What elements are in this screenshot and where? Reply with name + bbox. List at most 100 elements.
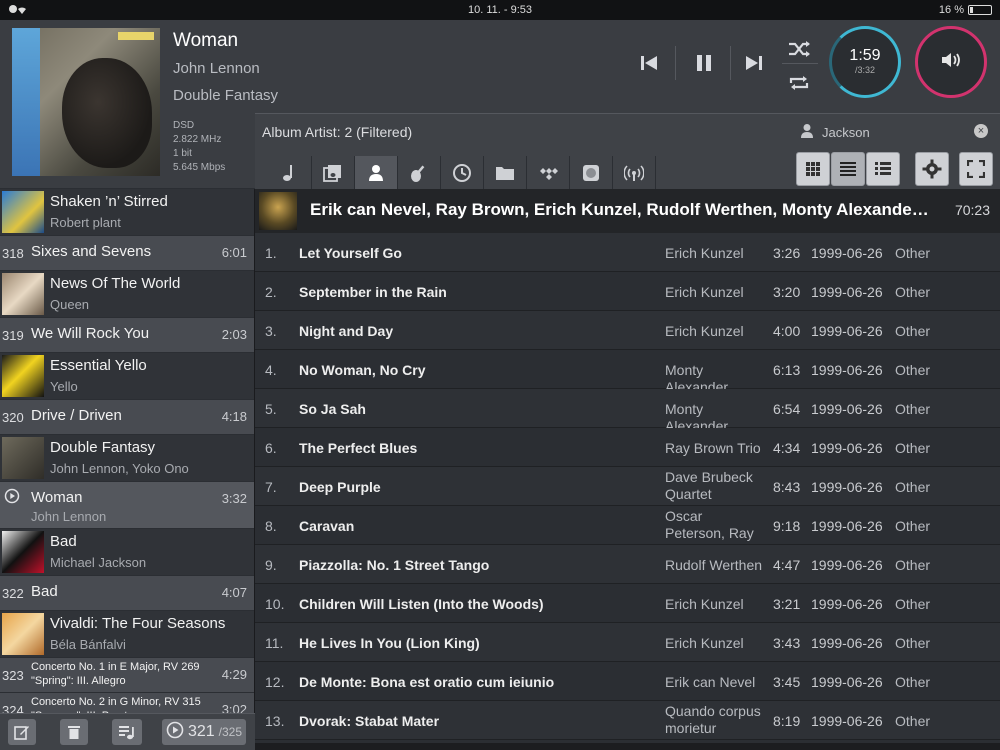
grid-view-icon[interactable]	[796, 152, 830, 186]
playlist-icon[interactable]	[112, 719, 142, 745]
volume-icon	[940, 51, 962, 74]
track-length: 3:43	[773, 635, 801, 651]
queue-album-title: Double Fantasy	[50, 439, 156, 456]
queue-album-artist: Robert plant	[50, 215, 121, 230]
skip-next-icon[interactable]	[739, 48, 769, 78]
album-header-row[interactable]: Erik can Nevel, Ray Brown, Erich Kunzel,…	[255, 189, 1000, 233]
table-row[interactable]: 3. Night and Day Erich Kunzel 4:00 1999-06-2…	[255, 311, 1000, 350]
queue-item-number: 318	[2, 246, 24, 261]
queue-album-header[interactable]: Essential Yello Yello	[0, 353, 254, 399]
queue-item[interactable]: 324 Concerto No. 2 in G Minor, RV 315 "Su…	[0, 693, 254, 713]
browse-tabs	[269, 156, 656, 190]
bit-depth-label: 1 bit	[173, 148, 192, 159]
queue-position-button[interactable]: 321/325	[162, 719, 246, 745]
artist-icon[interactable]	[355, 156, 398, 190]
play-queue[interactable]: Shaken ’n’ Stirred Robert plant 318 Sixes a…	[0, 189, 255, 713]
detail-view-icon[interactable]	[866, 152, 900, 186]
track-date: 1999-06-26	[811, 440, 883, 456]
track-number: 11.	[265, 635, 284, 651]
skip-previous-icon[interactable]	[634, 48, 664, 78]
track-artist: Erich Kunzel	[665, 284, 744, 300]
queue-album-header[interactable]: Shaken ’n’ Stirred Robert plant	[0, 189, 254, 235]
trash-icon[interactable]	[60, 719, 88, 745]
table-row[interactable]: 6. The Perfect Blues Ray Brown Trio 4:34 199…	[255, 428, 1000, 467]
track-number: 7.	[265, 479, 277, 495]
queue-item[interactable]: 322 Bad 4:07	[0, 576, 254, 610]
table-row[interactable]: 7. Deep Purple Dave Brubeck Quartet 8:43 199…	[255, 467, 1000, 506]
queue-item[interactable]: 320 Drive / Driven 4:18	[0, 400, 254, 434]
now-playing-artist[interactable]: John Lennon	[173, 60, 260, 77]
queue-item-duration: 4:18	[221, 409, 247, 424]
cd-icon[interactable]	[570, 156, 613, 190]
radio-icon[interactable]	[613, 156, 656, 190]
genre-icon[interactable]	[398, 156, 441, 190]
shuffle-icon[interactable]	[784, 34, 814, 64]
fullscreen-icon[interactable]	[959, 152, 993, 186]
volume-dial[interactable]	[915, 26, 987, 98]
recent-icon[interactable]	[441, 156, 484, 190]
transport-divider	[675, 46, 676, 80]
queue-item-number: 320	[2, 410, 24, 425]
album-icon[interactable]	[312, 156, 355, 190]
clear-filter-button[interactable]: ×	[974, 124, 988, 138]
battery-indicator: 16 %	[939, 4, 992, 16]
table-row[interactable]: 13. Dvorak: Stabat Mater Quando corpus mor…	[255, 701, 1000, 740]
track-genre: Other	[895, 674, 931, 690]
battery-percent: 16 %	[938, 4, 964, 16]
track-title: Dvorak: Stabat Mater	[299, 713, 440, 729]
queue-item[interactable]: 318 Sixes and Sevens 6:01	[0, 236, 254, 270]
folder-icon[interactable]	[484, 156, 527, 190]
queue-album-thumbnail	[2, 437, 44, 479]
table-row[interactable]: 5. So Ja Sah Monty Alexander 6:54 1999-06-26…	[255, 389, 1000, 434]
bitrate-label: 5.645 Mbps	[173, 162, 226, 173]
track-number: 8.	[265, 518, 277, 534]
queue-album-thumbnail	[2, 273, 44, 315]
edit-icon[interactable]	[8, 719, 36, 745]
track-length: 4:47	[773, 557, 801, 573]
time-dial[interactable]: 1:59 /3:32	[829, 26, 901, 98]
queue-album-title: Vivaldi: The Four Seasons	[50, 615, 226, 632]
queue-item[interactable]: 323 Concerto No. 1 in E Major, RV 269 "Sp…	[0, 658, 254, 692]
table-row[interactable]: 12. De Monte: Bona est oratio cum ieiunio…	[255, 662, 1000, 701]
album-thumbnail	[259, 192, 297, 230]
user-filter[interactable]: Jackson	[800, 123, 870, 142]
repeat-icon[interactable]	[784, 68, 814, 98]
track-number: 10.	[265, 596, 285, 612]
queue-item-artist: John Lennon	[31, 509, 107, 524]
track-title: Night and Day	[299, 323, 394, 339]
tidal-icon[interactable]	[527, 156, 570, 190]
queue-album-header[interactable]: News Of The World Queen	[0, 271, 254, 317]
table-row[interactable]: 4. No Woman, No Cry Monty Alexander 6:13 199…	[255, 350, 1000, 395]
track-date: 1999-06-26	[811, 596, 883, 612]
now-playing-album[interactable]: Double Fantasy	[173, 87, 278, 104]
track-date: 1999-06-26	[811, 284, 883, 300]
track-number: 4.	[265, 362, 277, 378]
track-artist: Quando corpus morietur	[665, 703, 761, 736]
song-icon[interactable]	[269, 156, 312, 190]
table-row[interactable]: 11. He Lives In You (Lion King) Erich Kunz…	[255, 623, 1000, 662]
table-row[interactable]: 10. Children Will Listen (Into the Woods)…	[255, 584, 1000, 623]
queue-album-thumbnail	[2, 613, 44, 655]
album-cover-art[interactable]	[12, 28, 160, 176]
track-title: Caravan	[299, 518, 355, 534]
table-row[interactable]: 2. September in the Rain Erich Kunzel 3:20 1…	[255, 272, 1000, 311]
gear-icon[interactable]	[915, 152, 949, 186]
list-view-icon[interactable]	[831, 152, 865, 186]
pause-icon[interactable]	[689, 48, 719, 78]
table-row[interactable]: 1. Let Yourself Go Erich Kunzel 3:26 1999-06…	[255, 233, 1000, 272]
queue-album-header[interactable]: Double Fantasy John Lennon, Yoko Ono	[0, 435, 254, 481]
user-filter-label: Jackson	[822, 125, 870, 140]
queue-item-now-playing[interactable]: Woman John Lennon 3:32	[0, 482, 254, 528]
queue-album-header[interactable]: Bad Michael Jackson	[0, 529, 254, 575]
queue-item[interactable]: 319 We Will Rock You 2:03	[0, 318, 254, 352]
table-row[interactable]: 9. Piazzolla: No. 1 Street Tango Rudolf We…	[255, 545, 1000, 584]
track-genre: Other	[895, 323, 931, 339]
table-row[interactable]: 8.CaravanOscar Peterson, Ray Brown, M…9:…	[255, 506, 1000, 558]
queue-item-duration: 3:02	[221, 702, 247, 713]
track-title: He Lives In You (Lion King)	[299, 635, 480, 651]
queue-album-header[interactable]: Vivaldi: The Four Seasons Béla Bánfalvi	[0, 611, 254, 657]
queue-toolbar: 321/325	[0, 713, 255, 750]
track-length: 3:45	[773, 674, 801, 690]
queue-item-number: 323	[2, 668, 24, 683]
track-title: Let Yourself Go	[299, 245, 402, 261]
